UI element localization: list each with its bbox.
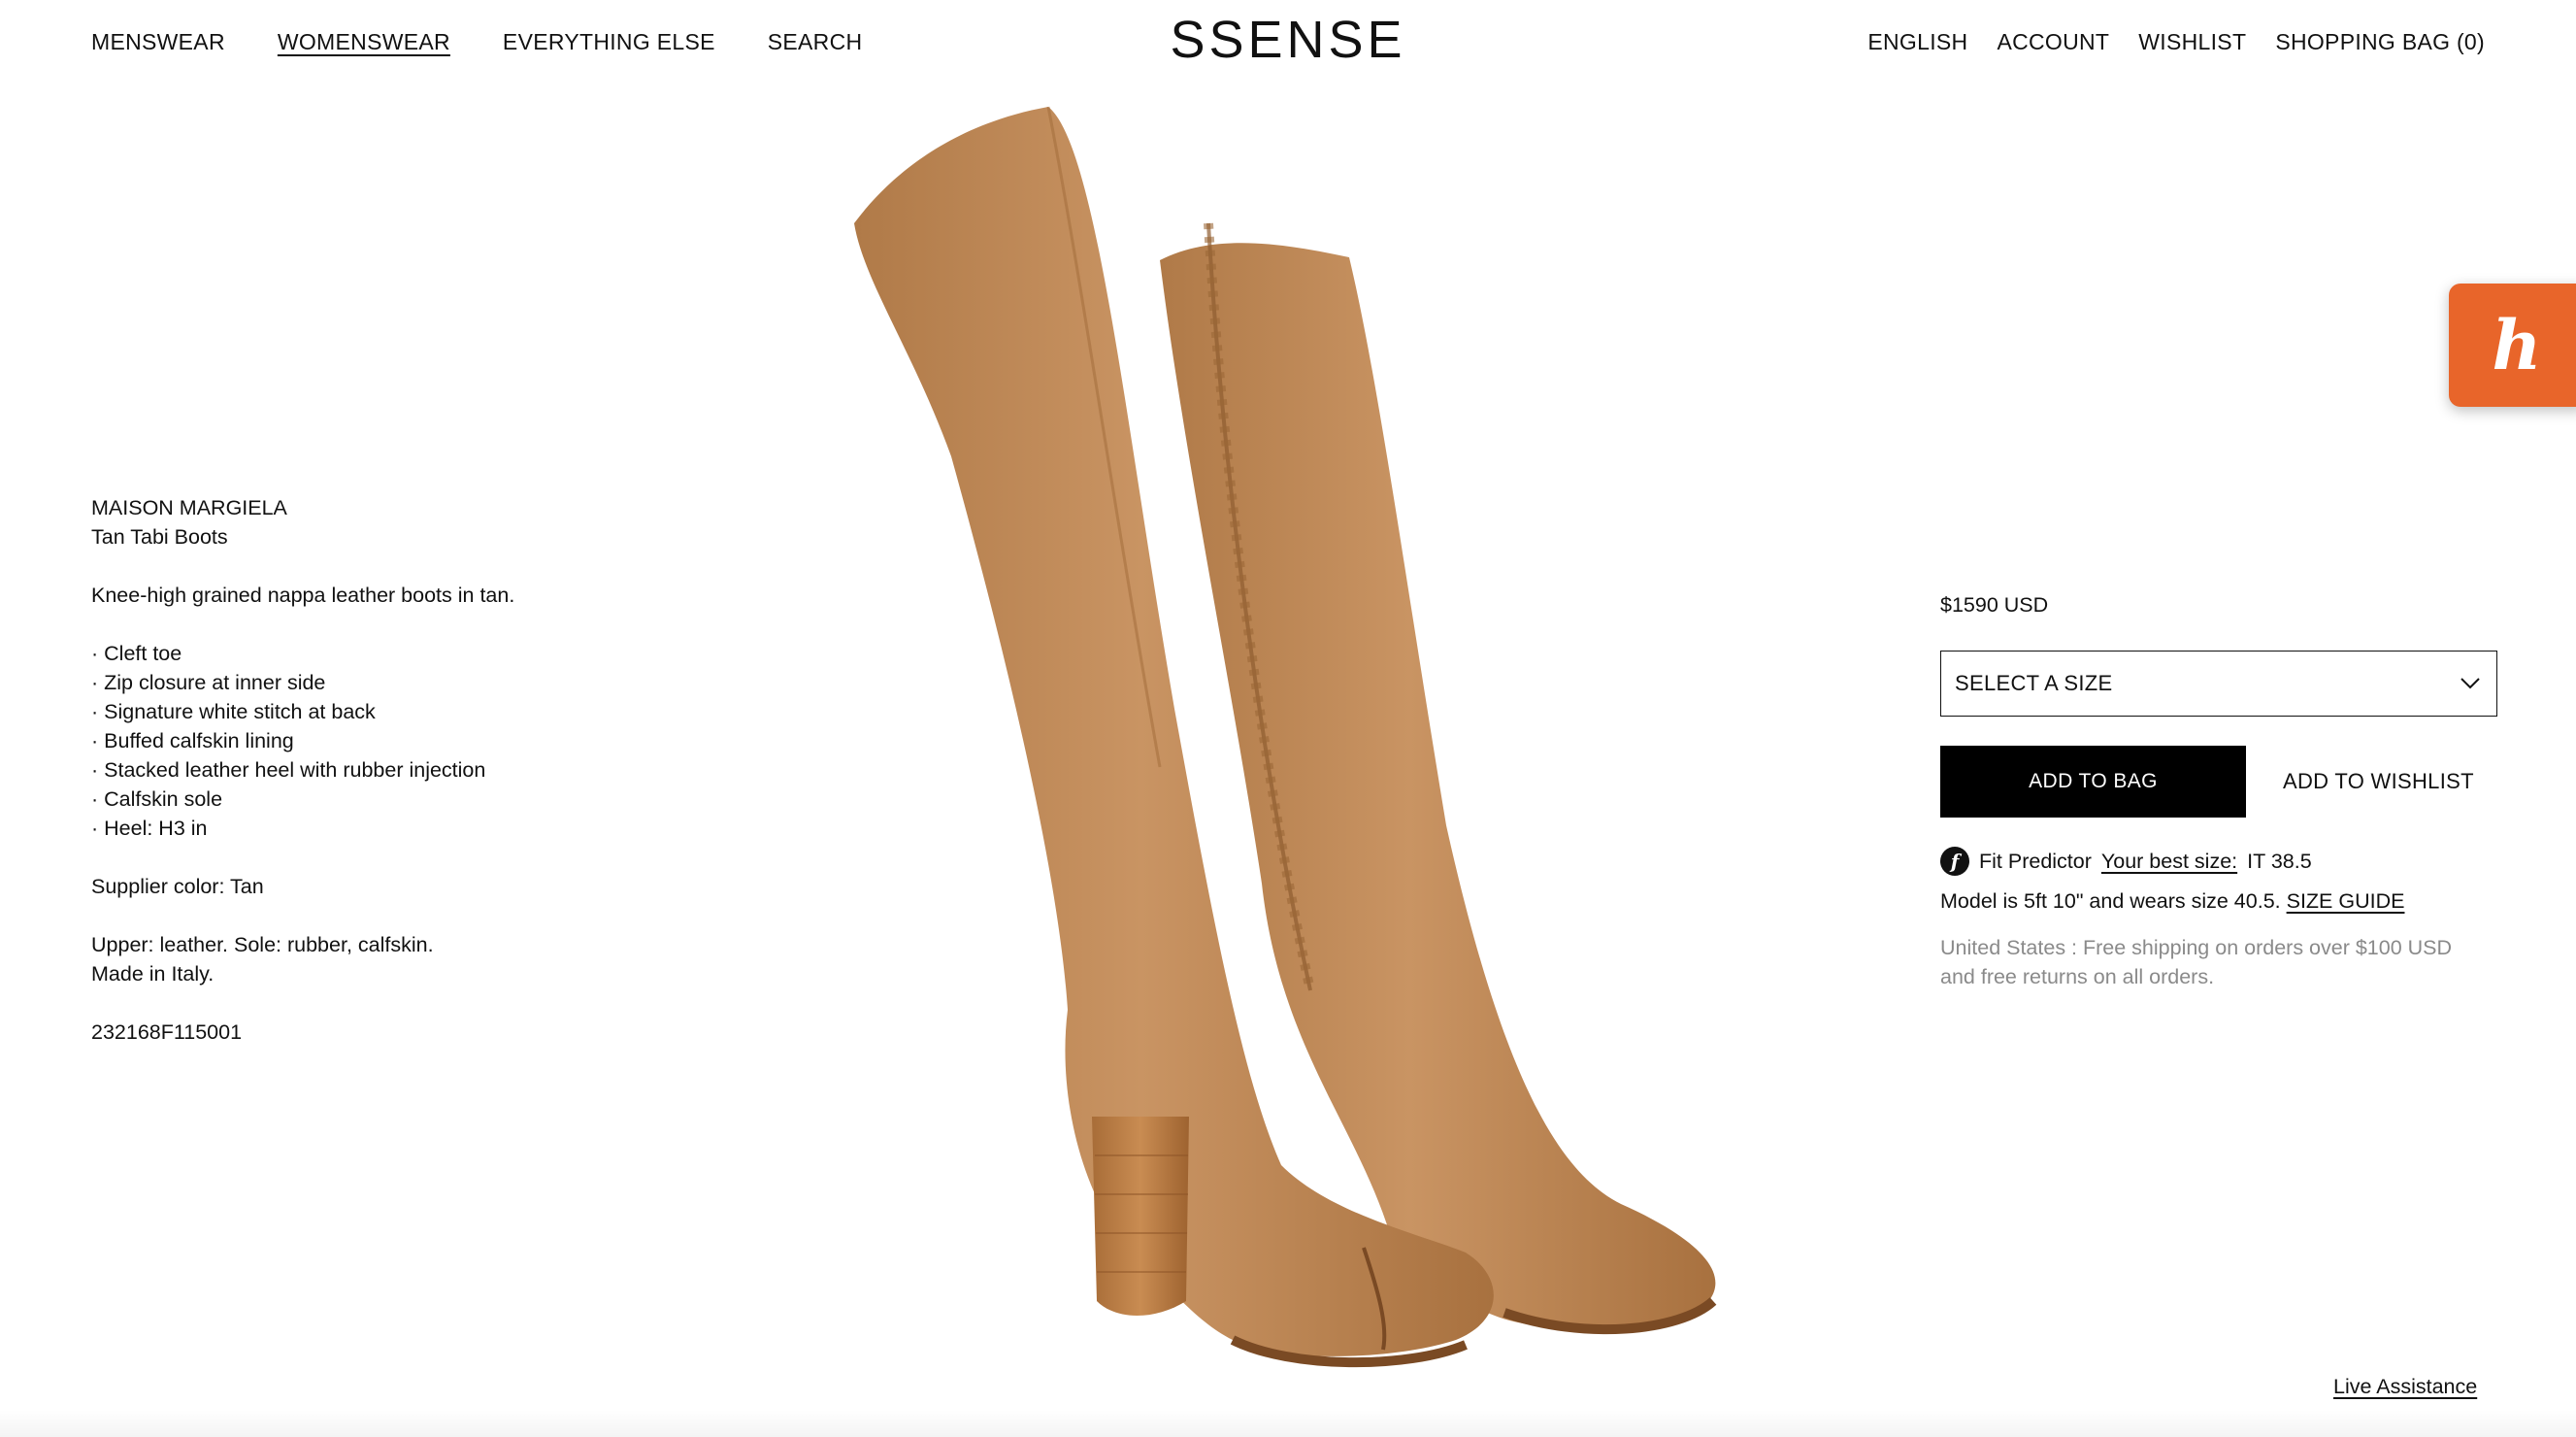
fit-predictor-label: Fit Predictor <box>1979 849 2092 873</box>
fit-predictor-icon: f <box>1940 847 1969 876</box>
supplier-color: Supplier color: Tan <box>91 875 264 898</box>
chevron-down-icon <box>2460 678 2480 689</box>
best-size-value: IT 38.5 <box>2247 849 2312 873</box>
feature-item: Zip closure at inner side <box>91 668 693 697</box>
shipping-note: United States : Free shipping on orders … <box>1940 936 2453 988</box>
best-size-link[interactable]: Your best size: <box>2101 850 2237 874</box>
nav-womenswear[interactable]: WOMENSWEAR <box>278 29 450 55</box>
materials: Upper: leather. Sole: rubber, calfskin. <box>91 933 434 956</box>
account-nav: ENGLISH ACCOUNT WISHLIST SHOPPING BAG (0… <box>1867 29 2485 55</box>
feature-item: Cleft toe <box>91 639 693 668</box>
purchase-panel: $1590 USD SELECT A SIZE ADD TO BAG ADD T… <box>1940 588 2497 991</box>
add-to-wishlist-button[interactable]: ADD TO WISHLIST <box>2283 769 2474 794</box>
feature-item: Calfskin sole <box>91 785 693 814</box>
bottom-divider <box>0 1410 2576 1437</box>
origin: Made in Italy. <box>91 962 215 986</box>
product-description: MAISON MARGIELA Tan Tabi Boots Knee-high… <box>91 493 693 1047</box>
live-assistance-link[interactable]: Live Assistance <box>2333 1375 2477 1399</box>
feature-item: Buffed calfskin lining <box>91 726 693 755</box>
model-info-row: Model is 5ft 10" and wears size 40.5. SI… <box>1940 889 2497 914</box>
size-guide-link[interactable]: SIZE GUIDE <box>2287 889 2405 913</box>
nav-shopping-bag[interactable]: SHOPPING BAG (0) <box>2275 29 2485 55</box>
product-brand[interactable]: MAISON MARGIELA <box>91 493 693 522</box>
size-select-label: SELECT A SIZE <box>1955 671 2113 695</box>
purchase-actions: ADD TO BAG ADD TO WISHLIST <box>1940 746 2497 818</box>
product-name: Tan Tabi Boots <box>91 525 228 549</box>
nav-language[interactable]: ENGLISH <box>1867 29 1967 55</box>
site-logo[interactable]: SSENSE <box>1170 11 1405 69</box>
fit-predictor: f Fit Predictor Your best size: IT 38.5 <box>1940 847 2497 876</box>
nav-menswear[interactable]: MENSWEAR <box>91 29 225 55</box>
product-sku: 232168F115001 <box>91 1020 243 1044</box>
primary-nav: MENSWEAR WOMENSWEAR EVERYTHING ELSE SEAR… <box>91 29 862 55</box>
feature-item: Signature white stitch at back <box>91 697 693 726</box>
price: $1590 USD <box>1940 593 2049 617</box>
feature-item: Heel: H3 in <box>91 814 693 843</box>
nav-everything-else[interactable]: EVERYTHING ELSE <box>503 29 715 55</box>
tan-knee-high-boots-image[interactable] <box>825 87 1757 1427</box>
model-info: Model is 5ft 10" and wears size 40.5. <box>1940 889 2281 913</box>
feature-item: Stacked leather heel with rubber injecti… <box>91 755 693 785</box>
size-select[interactable]: SELECT A SIZE <box>1940 651 2497 717</box>
honey-logo-icon: h <box>2492 305 2542 385</box>
honey-extension-button[interactable]: h <box>2449 284 2576 407</box>
product-summary: Knee-high grained nappa leather boots in… <box>91 584 515 607</box>
add-to-bag-button[interactable]: ADD TO BAG <box>1940 746 2246 818</box>
nav-wishlist[interactable]: WISHLIST <box>2138 29 2246 55</box>
feature-list: Cleft toe Zip closure at inner side Sign… <box>91 639 693 843</box>
nav-account[interactable]: ACCOUNT <box>1997 29 2109 55</box>
nav-search[interactable]: SEARCH <box>768 29 863 55</box>
